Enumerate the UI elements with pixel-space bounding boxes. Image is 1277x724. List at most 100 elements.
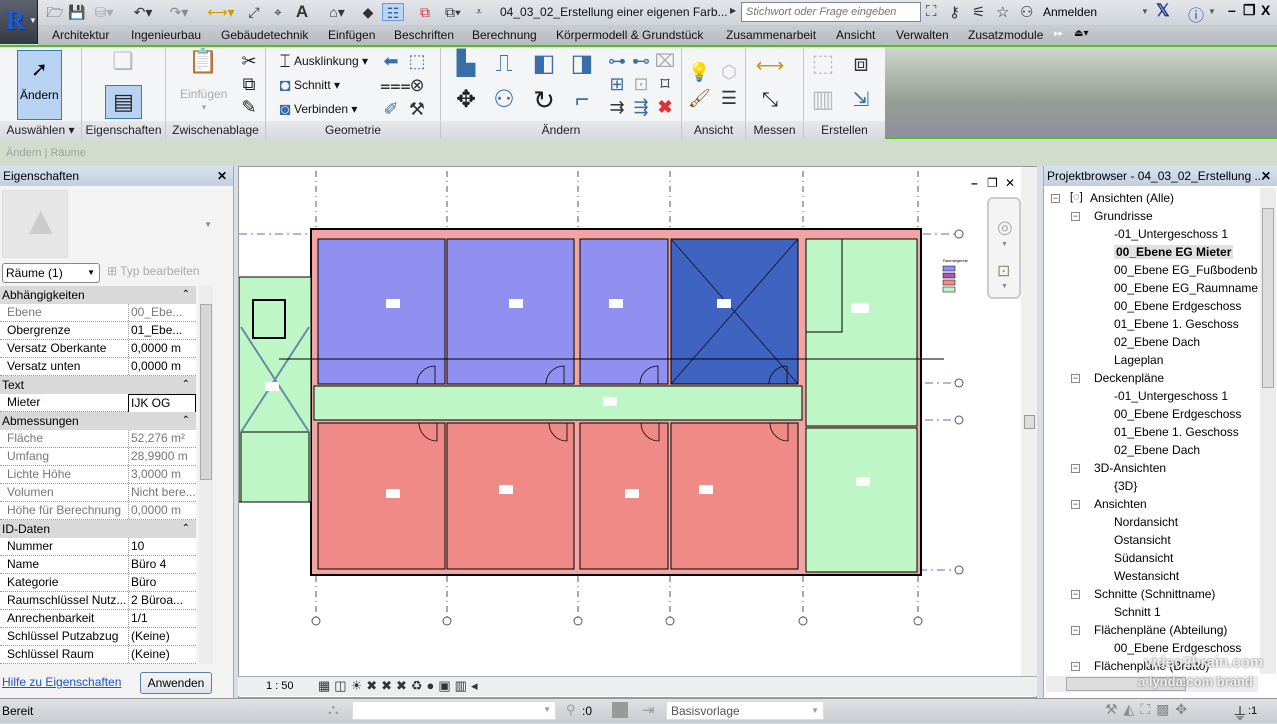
collapse-toggle[interactable]: − — [1071, 626, 1080, 635]
sync-icon[interactable]: ⛁▾ — [92, 3, 116, 21]
text-icon[interactable]: A — [292, 3, 312, 21]
tab-ansicht[interactable]: Ansicht — [836, 28, 875, 42]
3d-view-icon[interactable]: ⌂▾ — [322, 3, 352, 21]
tab-einfuegen[interactable]: Einfügen — [328, 28, 375, 42]
tree-item[interactable]: Schnitt 1 — [1114, 605, 1161, 619]
view-close-icon[interactable]: ✕ — [1005, 176, 1015, 190]
split-element-icon[interactable]: ⊶ — [606, 50, 628, 72]
tab-gebaeudetechnik[interactable]: Gebäudetechnik — [221, 28, 308, 42]
tag-icon[interactable]: ⌖ — [268, 3, 288, 21]
tree-item[interactable]: 01_Ebene 1. Geschoss — [1114, 425, 1239, 439]
exchange-apps-icon[interactable]: 𝕏 — [1156, 1, 1170, 21]
chevron-down-icon[interactable]: ▼ — [1001, 241, 1008, 248]
canvas-vertical-scrollbar[interactable] — [1021, 167, 1037, 677]
close-hidden-icon[interactable]: ⧉ — [414, 3, 436, 21]
zoom-region-icon[interactable]: ⊡ — [997, 261, 1010, 281]
view-minimize-icon[interactable]: – — [971, 176, 978, 190]
user-icon[interactable]: ⚇ — [1020, 3, 1033, 21]
tree-item[interactable]: 00_Ebene Erdgeschoss — [1114, 407, 1241, 421]
measure-icon[interactable]: ⟷▾ — [206, 3, 236, 21]
collapse-toggle[interactable]: − — [1071, 500, 1080, 509]
minimize-icon[interactable]: – — [1228, 2, 1236, 18]
unpin-icon[interactable]: ⌧ — [654, 50, 676, 72]
undo-icon[interactable]: ↶▾ — [128, 3, 158, 21]
design-option-dropdown[interactable]: Basisvorlage ▼ — [666, 701, 824, 720]
tree-item[interactable]: -01_Untergeschoss 1 — [1114, 389, 1228, 403]
create-group-icon[interactable]: ⇲ — [846, 89, 876, 119]
chevron-down-icon[interactable]: ▼ — [1001, 283, 1008, 290]
scrollbar-thumb[interactable] — [1262, 208, 1274, 388]
lightbulb-icon[interactable]: 💡 — [688, 61, 710, 83]
tree-group[interactable]: Flächenpläne (Abteilung) — [1094, 623, 1227, 637]
panel-label-auswaehlen[interactable]: Auswählen ▾ — [0, 121, 81, 139]
offset-icon[interactable]: ⎍ — [489, 52, 519, 83]
linework-override-icon[interactable]: ☰ — [718, 87, 740, 109]
mirror-pick-axis-icon[interactable]: ◧ — [529, 52, 559, 83]
chevron-down-icon[interactable]: ▼ — [1141, 7, 1149, 16]
tab-architektur[interactable]: Architektur — [52, 28, 109, 42]
trim-extend-icon[interactable]: ⌐ — [567, 88, 597, 119]
delete-icon[interactable]: ✖ — [654, 96, 676, 118]
tree-item[interactable]: 00_Ebene Erdgeschoss — [1114, 299, 1241, 313]
scale-icon[interactable]: ⊡ — [630, 73, 652, 95]
design-options-icon[interactable] — [612, 702, 628, 718]
cope-button[interactable]: Ausklinkung ▾ — [294, 54, 368, 68]
floor-plan[interactable]: Raumlegende — [239, 167, 1038, 677]
tab-koerpermodell[interactable]: Körpermodell & Grundstück — [556, 28, 703, 42]
paste-button[interactable]: Einfügen — [180, 87, 227, 101]
tree-item[interactable]: Lageplan — [1114, 353, 1163, 367]
editing-requests-icon[interactable]: ⚲ — [566, 702, 576, 718]
create-similar-icon[interactable]: ⧈ — [846, 52, 876, 83]
linework-icon[interactable]: ✐ — [380, 98, 402, 120]
star-icon[interactable]: ☆ — [996, 3, 1009, 21]
demolish-icon[interactable]: ⬚ — [406, 50, 428, 72]
collapse-toggle[interactable]: − — [1071, 374, 1080, 383]
scrollbar-thumb[interactable] — [1024, 415, 1035, 429]
help-icon[interactable]: ⓘ — [1188, 2, 1204, 26]
collapse-toggle[interactable]: − — [1051, 194, 1060, 203]
cut-icon[interactable]: ✂ — [238, 50, 260, 72]
tree-item[interactable]: Westansicht — [1114, 569, 1179, 583]
group-id-daten[interactable]: ID-Daten ⌃ — [0, 520, 196, 538]
tree-item[interactable]: Ostansicht — [1114, 533, 1171, 547]
help-search-input[interactable] — [741, 2, 921, 22]
pin-icon[interactable]: ⌑ — [654, 73, 676, 95]
rotate-icon[interactable]: ↻ — [529, 87, 559, 119]
redo-icon[interactable]: ↷▾ — [164, 3, 194, 21]
thin-lines-icon[interactable]: ☷ — [382, 3, 404, 21]
view-restore-icon[interactable]: ❐ — [987, 176, 998, 190]
trim-single-icon[interactable]: ⇉ — [606, 96, 628, 118]
create-assembly-icon[interactable]: ⬚ — [808, 52, 838, 83]
type-properties-icon[interactable]: ❏ — [108, 50, 138, 81]
filter-icon[interactable]: ⏚ — [1232, 700, 1248, 724]
collapse-toggle[interactable]: − — [1071, 464, 1080, 473]
properties-scrollbar[interactable] — [199, 286, 213, 664]
paint-icon[interactable]: ⊗ — [406, 74, 428, 96]
instance-filter-dropdown[interactable]: Räume (1) ▼ — [2, 263, 100, 283]
tab-zusammenarbeit[interactable]: Zusammenarbeit — [726, 28, 816, 42]
hide-icon[interactable]: ⬡ — [718, 61, 740, 83]
workset-dropdown[interactable]: ▼ — [352, 701, 556, 720]
selection-filter-icons[interactable]: ⚒◭⛶▩✥ — [1105, 701, 1193, 718]
restore-icon[interactable]: ❐ — [1243, 2, 1256, 19]
tab-zusatzmodule[interactable]: Zusatzmodule — [968, 28, 1043, 42]
split-with-gap-icon[interactable]: ⊷ — [630, 50, 652, 72]
ribbon-toggle-icon[interactable]: ⏏▾ — [1074, 28, 1088, 39]
satellite-icon[interactable]: ⚟ — [972, 3, 985, 21]
properties-toggle-icon[interactable]: ▤ — [105, 85, 142, 119]
tab-verwalten[interactable]: Verwalten — [896, 28, 949, 42]
create-parts-icon[interactable]: ▥ — [808, 88, 838, 119]
scrollbar-thumb[interactable] — [200, 304, 212, 480]
tree-item[interactable]: -01_Untergeschoss 1 — [1114, 227, 1228, 241]
type-selector[interactable]: ▼ — [68, 190, 214, 258]
tree-group[interactable]: Deckenpläne — [1094, 371, 1164, 385]
tree-root[interactable]: Ansichten (Alle) — [1090, 191, 1174, 205]
tab-ingenieurbau[interactable]: Ingenieurbau — [131, 28, 201, 42]
tree-item[interactable]: 02_Ebene Dach — [1114, 335, 1200, 349]
tree-item[interactable]: {3D} — [1114, 479, 1137, 493]
group-abhaengigkeiten[interactable]: Abhängigkeiten ⌃ — [0, 286, 196, 304]
view-control-icons[interactable]: ▦◫☀✖✖✖♻●▣▥◂ — [318, 678, 482, 694]
switch-windows-icon[interactable]: ⧉▾ — [438, 3, 468, 21]
signin-button[interactable]: Anmelden — [1043, 5, 1097, 19]
worksets-icon[interactable]: ⛬ — [328, 701, 339, 718]
